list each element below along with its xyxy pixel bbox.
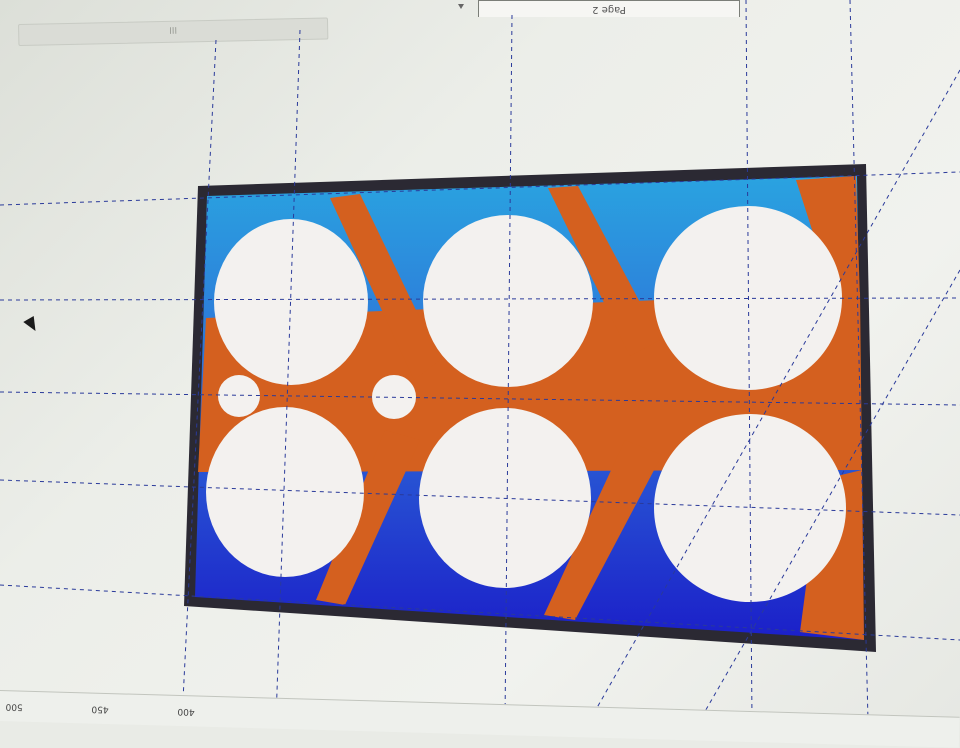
hole-top-center	[423, 215, 593, 387]
ruler-label-500: 500	[5, 701, 23, 712]
hole-bottom-left	[206, 407, 364, 577]
hole-small-left	[218, 375, 260, 417]
design-canvas[interactable]	[0, 0, 960, 720]
ruler-label-400: 400	[177, 705, 195, 717]
canvas-workspace[interactable]: III Page 2 500 450 400	[0, 0, 960, 748]
ruler-label-450: 450	[91, 703, 109, 715]
